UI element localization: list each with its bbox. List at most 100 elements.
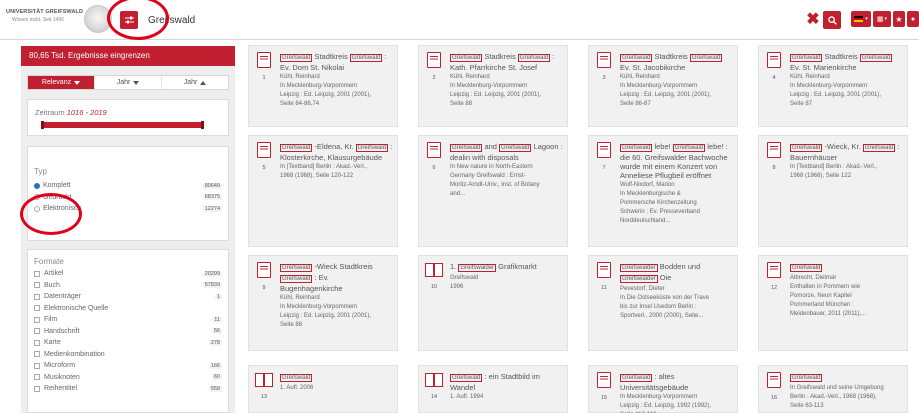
- favorites-button[interactable]: ★: [893, 11, 905, 27]
- range-start-handle[interactable]: [41, 121, 44, 129]
- result-title-link[interactable]: Greifswald : ein Stadtbild im Wandel: [450, 372, 563, 392]
- result-card[interactable]: 4 Greifswald Stadtkreis Greifswald Ev. St…: [758, 45, 908, 127]
- result-card[interactable]: 13 Greifswald 1. Aufl. 2006: [248, 365, 398, 413]
- highlight-term: Greifswald: [280, 144, 313, 152]
- result-meta-line: In [Textband] Berlin : Akad.-Verl.,: [280, 164, 368, 170]
- checkbox[interactable]: [34, 328, 40, 335]
- document-icon: [597, 52, 611, 68]
- sort-relevance-tab[interactable]: Relevanz: [28, 76, 95, 89]
- format-option[interactable]: Handschrift 56: [34, 326, 222, 338]
- result-title-link[interactable]: Greifswald : altes Universitätsgebäude: [620, 372, 733, 392]
- radio[interactable]: [34, 205, 40, 212]
- result-title-link[interactable]: Greifswald: [790, 262, 903, 273]
- checkbox[interactable]: [34, 374, 40, 381]
- result-card[interactable]: 1 Greifswald Stadtkreis Greifswald : Ev. …: [248, 45, 398, 127]
- result-text: Greifswald -Wieck Stadtkreis Greifswald …: [280, 262, 393, 330]
- checkbox[interactable]: [34, 362, 40, 369]
- result-title-link[interactable]: Greifswald: [790, 372, 903, 383]
- result-number: 5: [262, 165, 266, 171]
- sort-year-asc-tab[interactable]: Jahr: [162, 76, 228, 89]
- document-icon: [597, 372, 611, 388]
- result-title-link[interactable]: Greifswalder Bodden und Greifswalder Oie: [620, 262, 733, 284]
- result-card[interactable]: 5 Greifswald -Eldena, Kr. Greifswald : Kl…: [248, 135, 398, 247]
- sort-label: Jahr: [116, 79, 131, 86]
- format-option[interactable]: Karte 278: [34, 337, 222, 349]
- date-range-slider[interactable]: [41, 121, 204, 129]
- result-card[interactable]: 2 Greifswald Stadkreis Greifswald : Kath.…: [418, 45, 568, 127]
- result-text: 1. Greifswalder Grafikmarkt Greifswald 199…: [450, 262, 563, 292]
- result-number: 11: [601, 285, 607, 291]
- highlight-term: Greifswald: [862, 144, 896, 152]
- highlight-term: Greifswald: [859, 54, 893, 62]
- result-title-link[interactable]: Greifswald -Eldena, Kr. Greifswald : Klo…: [280, 142, 393, 162]
- result-title-link[interactable]: Greifswald lebe! Greifswald lebe! : die …: [620, 142, 733, 180]
- format-option[interactable]: Musiknoten 60: [34, 372, 222, 384]
- sort-year-desc-tab[interactable]: Jahr: [95, 76, 162, 89]
- highlight-term: Greifswald: [450, 144, 483, 152]
- result-icon-column: 14: [423, 372, 445, 400]
- sliders-icon: [124, 16, 134, 23]
- result-card[interactable]: 3 Greifswald Stadtkreis Greifswald Ev. St…: [588, 45, 738, 127]
- result-title-link[interactable]: Greifswald Stadkreis Greifswald : Kath. …: [450, 52, 563, 72]
- format-option[interactable]: Film 11: [34, 314, 222, 326]
- highlight-term: Greifswalder: [458, 264, 497, 272]
- format-option[interactable]: Medienkombination: [34, 349, 222, 361]
- type-option-komplett[interactable]: Komplett 80649: [34, 180, 222, 192]
- format-options: Artikel 20299 Buch 57839 Datenträger 1 Elektro…: [34, 268, 222, 395]
- search-input[interactable]: [140, 11, 810, 30]
- search-button[interactable]: [823, 11, 841, 29]
- result-title-link[interactable]: Greifswald -Wieck Stadtkreis Greifswald …: [280, 262, 393, 293]
- university-logo[interactable]: UNIVERSITÄT GREIFSWALD Wissen lockt. Sei…: [6, 9, 83, 23]
- result-card[interactable]: 8 Greifswald -Wieck, Kr. Greifswald : Bau…: [758, 135, 908, 247]
- checkbox[interactable]: [34, 351, 40, 358]
- result-card[interactable]: 11 Greifswalder Bodden und Greifswalder O…: [588, 255, 738, 351]
- checkbox[interactable]: [34, 305, 40, 312]
- result-card[interactable]: 10 1. Greifswalder Grafikmarkt Greifswald…: [418, 255, 568, 351]
- account-button[interactable]: ●: [907, 11, 919, 27]
- highlight-term: Greifswald: [672, 144, 706, 152]
- language-button[interactable]: ▾: [851, 11, 871, 27]
- result-title-link[interactable]: Greifswald: [280, 372, 393, 383]
- radio[interactable]: [34, 194, 40, 201]
- radio-selected[interactable]: [34, 182, 40, 189]
- result-meta-line: Seite 63-113: [790, 403, 824, 409]
- result-title-link[interactable]: 1. Greifswalder Grafikmarkt: [450, 262, 563, 273]
- format-option[interactable]: Microform 166: [34, 360, 222, 372]
- format-option[interactable]: Buch 57839: [34, 280, 222, 292]
- title-part: Stadtkreis: [824, 52, 858, 61]
- document-icon: [767, 52, 781, 68]
- checkbox[interactable]: [34, 282, 40, 289]
- result-title-link[interactable]: Greifswald and Greifswald Lagoon : deali…: [450, 142, 563, 162]
- type-option-gedruckt[interactable]: Gedruckt 68375: [34, 192, 222, 204]
- result-title-link[interactable]: Greifswald Stadtkreis Greifswald Ev. St.…: [790, 52, 903, 72]
- result-card[interactable]: 14 Greifswald : ein Stadtbild im Wandel 1.…: [418, 365, 568, 413]
- result-card[interactable]: 7 Greifswald lebe! Greifswald lebe! : die…: [588, 135, 738, 247]
- result-meta-line: Kühl, Reinhard: [280, 74, 320, 80]
- checkbox[interactable]: [34, 339, 40, 346]
- result-title-link[interactable]: Greifswald Stadtkreis Greifswald : Ev. D…: [280, 52, 393, 72]
- type-option-elektronisch[interactable]: Elektronisch 12274: [34, 203, 222, 215]
- result-card[interactable]: 9 Greifswald -Wieck Stadtkreis Greifswald…: [248, 255, 398, 351]
- checkbox[interactable]: [34, 385, 40, 392]
- clear-search-button[interactable]: ✖: [806, 12, 820, 28]
- document-icon: [767, 262, 781, 278]
- format-option[interactable]: Reihentitel 559: [34, 383, 222, 395]
- range-end-handle[interactable]: [201, 121, 204, 129]
- format-option[interactable]: Artikel 20299: [34, 268, 222, 280]
- result-card[interactable]: 16 Greifswald In Greifswald und seine Umge…: [758, 365, 908, 413]
- format-option[interactable]: Elektronische Quelle: [34, 303, 222, 315]
- apps-menu-button[interactable]: ▦ ▾: [873, 11, 891, 27]
- checkbox[interactable]: [34, 293, 40, 300]
- result-title-link[interactable]: Greifswald Stadtkreis Greifswald Ev. St.…: [620, 52, 733, 72]
- filter-toggle-button[interactable]: [120, 11, 138, 29]
- result-card[interactable]: 12 Greifswald Albrecht, Dietmar Enthalten i…: [758, 255, 908, 351]
- checkbox[interactable]: [34, 270, 40, 277]
- result-card[interactable]: 15 Greifswald : altes Universitätsgebäude…: [588, 365, 738, 413]
- sort-label: Relevanz: [41, 79, 72, 86]
- checkbox[interactable]: [34, 316, 40, 323]
- title-part: -Wieck, Kr.: [824, 142, 861, 151]
- format-option[interactable]: Datenträger 1: [34, 291, 222, 303]
- result-card[interactable]: 6 Greifswald and Greifswald Lagoon : deal…: [418, 135, 568, 247]
- result-meta-line: Norddeutschland...: [620, 218, 671, 224]
- result-title-link[interactable]: Greifswald -Wieck, Kr. Greifswald : Baue…: [790, 142, 903, 162]
